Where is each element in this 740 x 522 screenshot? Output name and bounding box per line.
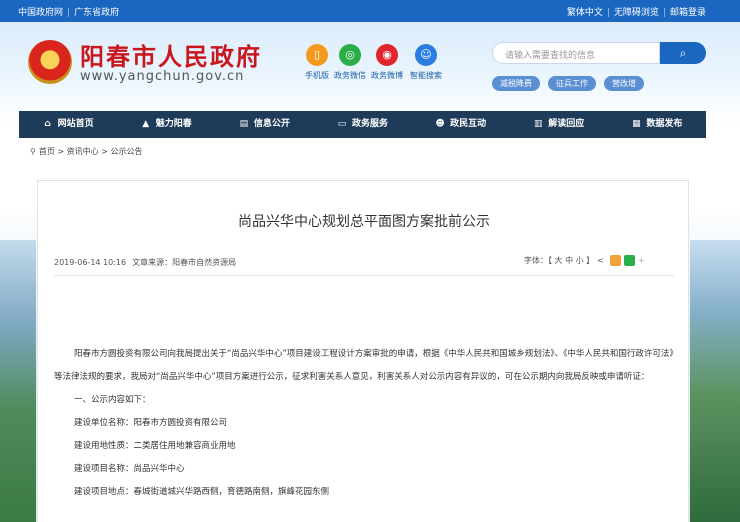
- nav-item-info-disclosure[interactable]: ▤ 信息公开: [215, 111, 313, 138]
- wechat-share-icon[interactable]: [623, 255, 635, 266]
- breadcrumb-news-center[interactable]: 资讯中心: [67, 147, 99, 156]
- background-scenery-right: [690, 240, 740, 522]
- share-icon[interactable]: <: [597, 256, 604, 265]
- detail-line: 建设项目地点：春城街道城兴华路西侧，育德路南侧，旗峰花园东侧: [74, 487, 330, 497]
- robot-icon: ☺: [415, 44, 437, 66]
- link-guangdong-gov[interactable]: 广东省政府: [74, 8, 119, 18]
- mobile-icon: ▯: [306, 44, 328, 66]
- section-heading: 一、公示内容如下：: [74, 395, 151, 405]
- detail-line: 建设单位名称：阳春市方圆投资有限公司: [74, 418, 228, 428]
- breadcrumb-announcements[interactable]: 公示公告: [110, 147, 142, 156]
- top-utility-bar: 中国政府网 | 广东省政府 繁体中文 | 无障碍浏览 | 邮箱登录: [0, 0, 740, 22]
- top-links-left: 中国政府网 | 广东省政府: [18, 8, 120, 18]
- detail-line: 建设项目名称：尚品兴华中心: [74, 464, 185, 474]
- people-icon: ☻: [435, 119, 445, 129]
- article-tools: 字体：【 大 中 小 】 < +: [524, 255, 648, 266]
- article-date: 2019-06-14 10:16: [54, 258, 127, 267]
- document-icon: ▤: [239, 119, 249, 129]
- link-traditional-chinese[interactable]: 繁体中文: [567, 8, 603, 18]
- nav-item-data[interactable]: ▦ 数据发布: [608, 111, 706, 138]
- quick-link-smart-search[interactable]: ☺ 智能搜索: [403, 44, 449, 81]
- weibo-icon: ◉: [376, 44, 398, 66]
- site-header: ★ 阳春市人民政府 www.yangchun.gov.cn ▯ 手机版 ◎ 政务…: [0, 22, 740, 112]
- article-source: 文章来源：阳春市自然资源局: [132, 258, 237, 267]
- search-button[interactable]: ⌕: [660, 42, 706, 64]
- book-icon: ▥: [534, 119, 543, 129]
- link-mail-login[interactable]: 邮箱登录: [670, 8, 706, 18]
- mountain-icon: ▲: [142, 119, 150, 129]
- search-bar: 请输入需要查找的信息 ⌕: [492, 42, 706, 64]
- site-url: www.yangchun.gov.cn: [80, 69, 245, 84]
- top-links-right: 繁体中文 | 无障碍浏览 | 邮箱登录: [566, 8, 706, 18]
- nav-item-home[interactable]: ⌂ 网站首页: [19, 111, 117, 138]
- hot-tag[interactable]: 营改增: [604, 76, 644, 91]
- national-emblem-icon: ★: [28, 40, 72, 84]
- nav-item-services[interactable]: ▭ 政务服务: [313, 111, 411, 138]
- site-title[interactable]: 阳春市人民政府: [80, 37, 262, 72]
- monitor-icon: ▭: [337, 119, 347, 129]
- font-size-control[interactable]: 字体：【 大 中 小 】: [524, 255, 594, 266]
- background-scenery-left: [0, 240, 36, 522]
- hot-tag[interactable]: 减税降费: [492, 76, 540, 91]
- chart-icon: ▦: [632, 119, 641, 129]
- nav-item-interaction[interactable]: ☻ 政民互动: [412, 111, 510, 138]
- nav-item-interpretation[interactable]: ▥ 解读回应: [510, 111, 608, 138]
- more-share-icon[interactable]: +: [638, 256, 645, 265]
- home-icon: ⌂: [44, 119, 51, 129]
- hot-tags: 减税降费 征兵工作 营改增: [492, 76, 652, 91]
- article-panel: 尚品兴华中心规划总平面图方案批前公示 2019-06-14 10:16 文章来源：…: [37, 180, 689, 522]
- link-gov-cn[interactable]: 中国政府网: [18, 8, 63, 18]
- detail-line: 建设用地性质：二类居住用地兼容商业用地: [74, 441, 236, 451]
- breadcrumb: ⚲ 首页 > 资讯中心 > 公示公告: [30, 147, 143, 156]
- search-input[interactable]: 请输入需要查找的信息: [492, 42, 660, 64]
- article-meta: 2019-06-14 10:16 文章来源：阳春市自然资源局: [54, 257, 236, 268]
- nav-item-charm[interactable]: ▲ 魅力阳春: [117, 111, 215, 138]
- paragraph: 阳春市方圆投资有限公司向我局提出关于“尚品兴华中心”项目建设工程设计方案审批的申…: [54, 349, 674, 382]
- hot-tag[interactable]: 征兵工作: [548, 76, 596, 91]
- qzone-icon[interactable]: [609, 255, 621, 266]
- location-pin-icon: ⚲: [30, 147, 36, 156]
- search-icon: ⌕: [679, 46, 687, 60]
- divider: [54, 275, 674, 276]
- breadcrumb-home[interactable]: 首页: [39, 147, 55, 156]
- article-title: 尚品兴华中心规划总平面图方案批前公示: [238, 214, 490, 230]
- main-nav: ⌂ 网站首页 ▲ 魅力阳春 ▤ 信息公开 ▭ 政务服务 ☻ 政民互动 ▥ 解读回应 ▦ 数据发…: [19, 111, 706, 138]
- wechat-icon: ◎: [339, 44, 361, 66]
- article-body: 阳春市方圆投资有限公司向我局提出关于“尚品兴华中心”项目建设工程设计方案审批的申…: [54, 343, 676, 504]
- link-accessibility[interactable]: 无障碍浏览: [614, 8, 659, 18]
